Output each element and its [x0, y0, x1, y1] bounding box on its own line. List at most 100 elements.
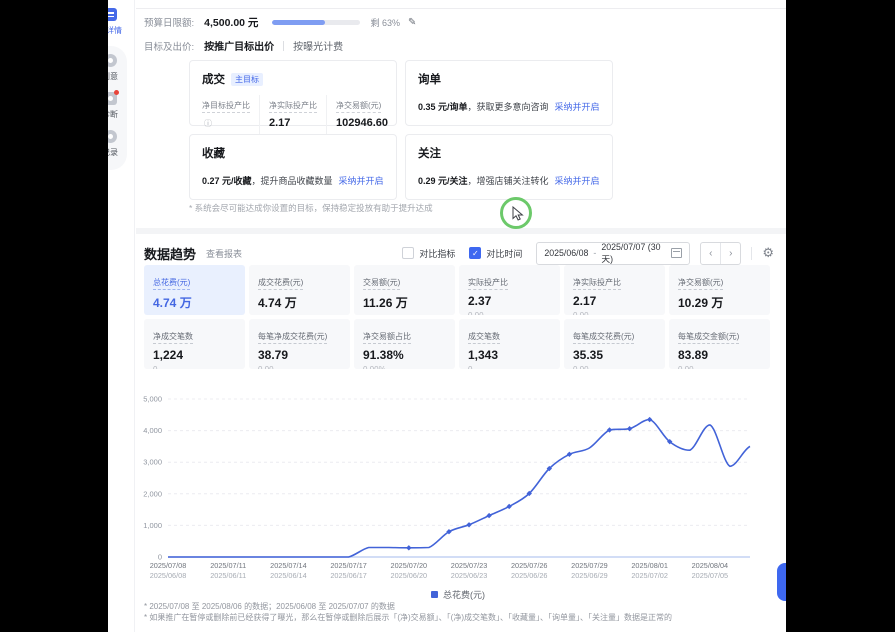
checkbox-icon[interactable] — [402, 247, 414, 259]
svg-text:2025/06/17: 2025/06/17 — [330, 571, 367, 580]
info-icon[interactable]: ⓘ — [204, 119, 212, 128]
goal-card-成交[interactable]: 成交主目标净目标投产比ⓘ2.45✎净实际投产比2.17净交易额(元)102946… — [189, 60, 397, 126]
metric-label: 每笔净成交花费(元) — [258, 331, 327, 344]
metric-card-3[interactable]: 交易额(元)11.26 万0.00 — [354, 265, 455, 315]
metric-label: 净实际投产比 — [573, 277, 621, 290]
footnote-1: * 2025/07/08 至 2025/08/06 的数据；2025/06/08… — [144, 601, 395, 612]
metric-compare-value: 0.00 — [573, 311, 656, 315]
goal-tab-1[interactable]: 按推广目标出价 — [204, 38, 274, 53]
goal-card-title: 收藏 — [202, 145, 384, 161]
goal-card-关注[interactable]: 关注0.29 元/关注，增强店铺关注转化采纳并开启 — [405, 134, 613, 200]
budget-progress-bar — [272, 20, 360, 25]
mouse-cursor-icon — [512, 206, 525, 221]
screenshot-stage: 广详情 创意诊断记录 预算日限额: 4,500.00 元 剩 63% ✎ 目标及… — [0, 0, 895, 632]
metric-value: 35.35 — [573, 348, 656, 362]
metric-card-5[interactable]: 净实际投产比2.170.00 — [564, 265, 665, 315]
metric-compare-value: 0.00 — [258, 365, 341, 369]
vertical-divider — [751, 247, 752, 260]
main-content: 预算日限额: 4,500.00 元 剩 63% ✎ 目标及出价: 按推广目标出价… — [136, 0, 786, 632]
metric-card-12[interactable]: 每笔成交金额(元) 83.89 0.00 — [669, 319, 770, 369]
settings-gear-icon[interactable]: ⚙ — [762, 245, 774, 261]
metric-label: 每笔成交金额(元) — [678, 331, 739, 344]
compare-time-checkbox[interactable]: ✓ 对比时间 — [469, 247, 522, 260]
goal-card-询单[interactable]: 询单 0.35 元/询单，获取更多意向咨询采纳并开启 — [405, 60, 613, 126]
metric-value: 1,224 — [153, 348, 236, 362]
adopt-enable-link[interactable]: 采纳并开启 — [339, 176, 384, 186]
metric-value: 4.74 万 — [153, 294, 236, 311]
svg-text:2025/08/04: 2025/08/04 — [692, 561, 729, 570]
metric-card-2[interactable]: 成交花费(元)4.74 万0.00 — [249, 265, 350, 315]
goal-card-title: 询单 — [418, 71, 600, 87]
prev-period-button[interactable]: ‹ — [701, 243, 720, 264]
legend-label: 总花费(元) — [443, 588, 485, 601]
goal-card-title-text: 收藏 — [202, 145, 225, 161]
metric-card-7[interactable]: 净成交笔数1,2240 — [144, 319, 245, 369]
metric-compare-value: 0.00 — [573, 365, 656, 369]
metric-value: 1,343 — [468, 348, 551, 362]
svg-text:2025/06/29: 2025/06/29 — [571, 571, 608, 580]
svg-text:2025/07/02: 2025/07/02 — [631, 571, 668, 580]
metric-compare-value: 0.00 — [678, 365, 761, 369]
metric-label: 总花费(元) — [153, 277, 190, 290]
compare-metric-checkbox[interactable]: 对比指标 — [402, 247, 455, 260]
edit-budget-icon[interactable]: ✎ — [408, 17, 416, 28]
metric-compare-value: 0.00 — [258, 314, 341, 315]
svg-text:2025/07/17: 2025/07/17 — [330, 561, 367, 570]
metric-value: 11.26 万 — [363, 294, 446, 311]
suggest-text: ，获取更多意向咨询 — [468, 102, 549, 112]
svg-text:2025/06/14: 2025/06/14 — [270, 571, 307, 580]
date-end: 2025/07/07 (30天) — [601, 242, 671, 265]
next-period-button[interactable]: › — [720, 243, 740, 264]
letterbox-right — [786, 0, 895, 632]
metric-compare-value: 0 — [468, 365, 551, 369]
date-range-picker[interactable]: 2025/06/08 - 2025/07/07 (30天) — [536, 242, 690, 265]
svg-text:3,000: 3,000 — [143, 458, 162, 467]
svg-text:2025/08/01: 2025/08/01 — [631, 561, 668, 570]
metric-card-4[interactable]: 实际投产比2.370.00 — [459, 265, 560, 315]
metric-card-1[interactable]: 总花费(元)4.74 万0.00 — [144, 265, 245, 315]
compare-metric-label: 对比指标 — [419, 247, 455, 260]
goal-card-title: 成交主目标 — [202, 71, 384, 87]
svg-text:4,000: 4,000 — [143, 426, 162, 435]
metric-card-8[interactable]: 每笔净成交花费(元)38.790.00 — [249, 319, 350, 369]
goal-card-title-text: 关注 — [418, 145, 441, 161]
metric-card-grid: 总花费(元)4.74 万0.00成交花费(元)4.74 万0.00交易额(元)1… — [144, 265, 770, 369]
metric-compare-value: 0.00 — [363, 314, 446, 315]
svg-text:2025/07/20: 2025/07/20 — [391, 561, 428, 570]
adopt-enable-link[interactable]: 采纳并开启 — [555, 176, 600, 186]
metric-card-6[interactable]: 净交易额(元)10.29 万0.00 — [669, 265, 770, 315]
adopt-enable-link[interactable]: 采纳并开启 — [555, 102, 600, 112]
chart-legend: 总花费(元) — [138, 588, 778, 601]
svg-text:2025/07/11: 2025/07/11 — [210, 561, 246, 570]
goal-stat-value: 102946.60 — [336, 117, 388, 129]
metric-value: 10.29 万 — [678, 294, 761, 311]
view-report-link[interactable]: 查看报表 — [206, 247, 242, 260]
suggest-text: ，提升商品收藏数量 — [252, 176, 333, 186]
svg-text:2025/07/14: 2025/07/14 — [270, 561, 307, 570]
goal-stat-label: 净目标投产比 — [202, 100, 250, 113]
goal-stat-label: 净实际投产比 — [269, 100, 317, 113]
metric-card-10[interactable]: 成交笔数 1,343 0 — [459, 319, 560, 369]
date-start: 2025/06/08 — [544, 248, 588, 258]
budget-value: 4,500.00 元 — [204, 15, 258, 30]
goal-suggest-desc: 0.35 元/询单，获取更多意向咨询采纳并开启 — [418, 100, 600, 113]
letterbox-left — [0, 0, 108, 632]
svg-text:2025/07/26: 2025/07/26 — [511, 561, 548, 570]
metric-card-11[interactable]: 每笔成交花费(元)35.350.00 — [564, 319, 665, 369]
svg-text:2025/06/20: 2025/06/20 — [391, 571, 428, 580]
metric-label: 净交易额占比 — [363, 331, 411, 344]
goal-tab-2[interactable]: 按曝光计费 — [293, 38, 343, 53]
metric-card-9[interactable]: 净交易额占比91.38%0.00% — [354, 319, 455, 369]
goal-card-title-text: 成交 — [202, 71, 225, 87]
checkbox-icon[interactable]: ✓ — [469, 247, 481, 259]
budget-remaining: 剩 63% — [370, 16, 400, 29]
trend-title: 数据趋势 — [144, 244, 196, 263]
goal-cards: 成交主目标净目标投产比ⓘ2.45✎净实际投产比2.17净交易额(元)102946… — [189, 60, 613, 200]
metric-compare-value: 0.00% — [363, 365, 446, 369]
date-separator: - — [593, 248, 596, 258]
line-chart: 01,0002,0003,0004,0005,0002025/07/082025… — [138, 388, 778, 588]
metric-label: 成交笔数 — [468, 331, 500, 344]
metric-value: 83.89 — [678, 348, 761, 362]
metric-compare-value: 0.00 — [678, 314, 761, 315]
goal-card-收藏[interactable]: 收藏0.27 元/收藏，提升商品收藏数量采纳并开启 — [189, 134, 397, 200]
